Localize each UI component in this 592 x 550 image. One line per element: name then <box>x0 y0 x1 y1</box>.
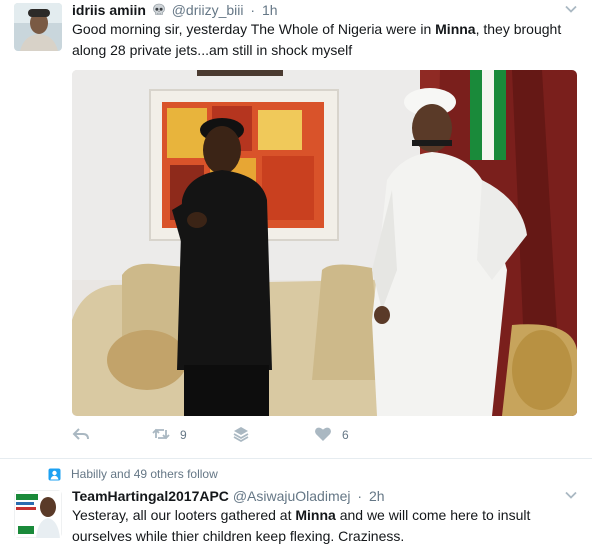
tweet[interactable]: idriis amiin @driizy_biii · 1h Good morn… <box>0 0 592 459</box>
tweet-photo[interactable] <box>72 70 577 416</box>
tweet-header: TeamHartingal2017APC @AsiwajuOladimej · … <box>72 487 385 505</box>
reply-icon <box>72 425 90 446</box>
retweet-icon <box>152 425 170 446</box>
tweet-text-part: Good morning sir, yesterday The Whole of… <box>72 21 436 37</box>
like-button[interactable]: 6 <box>314 425 349 445</box>
tweet-timestamp[interactable]: 1h <box>262 2 278 18</box>
tweet-timestamp[interactable]: 2h <box>369 488 385 504</box>
tweet-text: Good morning sir, yesterday The Whole of… <box>72 19 582 61</box>
user-handle[interactable]: @driizy_biii <box>172 2 244 18</box>
social-context[interactable]: Habilly and 49 others follow <box>48 467 218 481</box>
tweet-actions: 9 6 <box>72 425 472 445</box>
tweet-text: Yesteray, all our looters gathered at Mi… <box>72 505 582 547</box>
avatar[interactable] <box>14 490 62 538</box>
display-name[interactable]: idriis amiin <box>72 2 146 18</box>
like-count: 6 <box>342 428 349 442</box>
separator-dot: · <box>357 488 363 504</box>
chevron-down-icon[interactable] <box>564 488 578 502</box>
heart-icon <box>314 425 332 446</box>
retweet-button[interactable]: 9 <box>152 425 187 445</box>
separator-dot: · <box>250 2 256 18</box>
tweet-text-bold: Minna <box>295 507 336 523</box>
person-follow-icon <box>48 468 61 481</box>
retweet-count: 9 <box>180 428 187 442</box>
moments-button[interactable] <box>232 425 250 445</box>
tweet-text-bold: Minna <box>435 21 476 37</box>
layers-icon <box>232 425 250 446</box>
social-context-text: Habilly and 49 others follow <box>71 467 218 481</box>
skull-icon <box>152 3 166 17</box>
reply-button[interactable] <box>72 425 90 445</box>
display-name[interactable]: TeamHartingal2017APC <box>72 488 229 504</box>
user-handle[interactable]: @AsiwajuOladimej <box>233 488 351 504</box>
tweet-text-part: Yesteray, all our looters gathered at <box>72 507 296 523</box>
avatar[interactable] <box>14 3 62 51</box>
tweet-header: idriis amiin @driizy_biii · 1h <box>72 1 278 19</box>
tweet[interactable]: Habilly and 49 others follow TeamHarting… <box>0 460 592 550</box>
chevron-down-icon[interactable] <box>564 2 578 16</box>
